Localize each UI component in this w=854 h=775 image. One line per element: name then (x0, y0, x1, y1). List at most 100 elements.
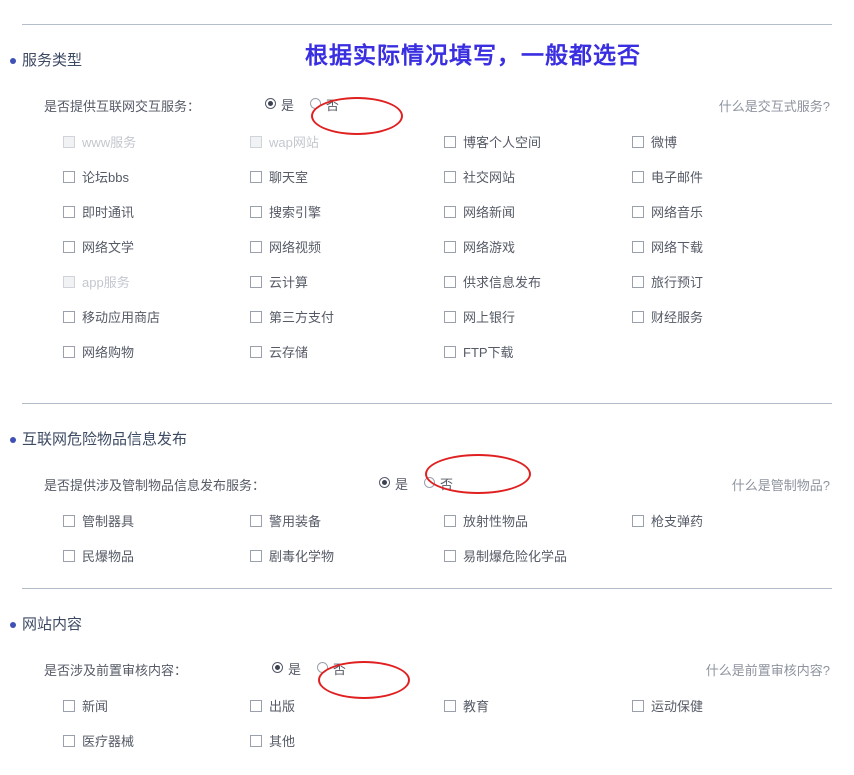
checkbox-icon[interactable] (63, 700, 75, 712)
radio-dot-icon[interactable] (379, 476, 390, 488)
checkbox-item[interactable]: 云计算 (250, 265, 308, 300)
checkbox-icon[interactable] (63, 550, 75, 562)
checkbox-icon[interactable] (250, 550, 262, 562)
checkbox-row: 网络文学 网络视频 网络游戏 网络下载 (0, 230, 854, 265)
help-link-site-content[interactable]: 什么是前置审核内容? (706, 660, 830, 679)
checkbox-item[interactable]: 运动保健 (632, 689, 703, 724)
checkbox-item[interactable]: 云存储 (250, 335, 308, 370)
checkbox-label: 微博 (651, 135, 678, 150)
checkbox-icon[interactable] (250, 346, 262, 358)
checkbox-icon[interactable] (632, 136, 644, 148)
checkbox-item[interactable]: 医疗器械 (63, 724, 134, 759)
checkbox-item[interactable]: 财经服务 (632, 300, 703, 335)
checkbox-icon[interactable] (632, 515, 644, 527)
checkbox-item[interactable]: 即时通讯 (63, 195, 134, 230)
checkbox-item[interactable]: 网络音乐 (632, 195, 703, 230)
question-label: 是否提供涉及管制物品信息发布服务： (44, 478, 266, 493)
checkbox-item[interactable]: 其他 (250, 724, 295, 759)
checkbox-icon[interactable] (632, 311, 644, 323)
checkbox-icon[interactable] (63, 515, 75, 527)
checkbox-item[interactable]: 民爆物品 (63, 539, 134, 574)
radio-dot-icon[interactable] (310, 97, 322, 109)
checkbox-item[interactable]: 教育 (444, 689, 489, 724)
checkbox-label: 论坛bbs (82, 170, 129, 185)
checkbox-item[interactable]: 网络游戏 (444, 230, 515, 265)
checkbox-icon[interactable] (444, 550, 456, 562)
radio-dangerous-goods-no[interactable]: 否 (424, 474, 453, 493)
checkbox-item[interactable]: 警用装备 (250, 504, 321, 539)
checkbox-item[interactable]: 聊天室 (250, 160, 308, 195)
checkbox-item[interactable]: 新闻 (63, 689, 108, 724)
checkbox-item[interactable]: 移动应用商店 (63, 300, 160, 335)
radio-dot-icon[interactable] (265, 97, 276, 109)
checkbox-icon[interactable] (250, 206, 262, 218)
checkbox-item[interactable]: 第三方支付 (250, 300, 334, 335)
radio-label: 否 (326, 98, 340, 113)
radio-dot-icon[interactable] (272, 661, 283, 673)
checkbox-icon[interactable] (444, 311, 456, 323)
question-row-dangerous-goods: 是否提供涉及管制物品信息发布服务： 是否 什么是管制物品? (0, 470, 854, 500)
checkbox-item[interactable]: 网络文学 (63, 230, 134, 265)
radio-service-type-no[interactable]: 否 (310, 95, 339, 114)
checkbox-icon[interactable] (250, 171, 262, 183)
checkbox-icon[interactable] (63, 206, 75, 218)
checkbox-label: 云计算 (269, 275, 309, 290)
checkbox-item[interactable]: 易制爆危险化学品 (444, 539, 567, 574)
checkbox-icon[interactable] (250, 515, 262, 527)
radio-dot-icon[interactable] (424, 476, 436, 488)
radio-dangerous-goods-yes[interactable]: 是 (379, 474, 408, 493)
checkbox-icon[interactable] (444, 346, 456, 358)
checkbox-item[interactable]: 网络新闻 (444, 195, 515, 230)
checkbox-icon[interactable] (63, 241, 75, 253)
checkbox-item[interactable]: 旅行预订 (632, 265, 703, 300)
checkbox-icon[interactable] (250, 735, 262, 747)
checkbox-icon[interactable] (444, 171, 456, 183)
checkbox-item[interactable]: 网上银行 (444, 300, 515, 335)
checkbox-label: app服务 (82, 275, 130, 290)
checkbox-item[interactable]: 管制器具 (63, 504, 134, 539)
checkbox-label: 教育 (463, 699, 490, 714)
checkbox-icon[interactable] (63, 735, 75, 747)
checkbox-item[interactable]: 供求信息发布 (444, 265, 541, 300)
checkbox-item[interactable]: 网络视频 (250, 230, 321, 265)
checkbox-icon[interactable] (632, 241, 644, 253)
radio-service-type-yes[interactable]: 是 (265, 95, 294, 114)
checkbox-icon[interactable] (632, 171, 644, 183)
checkbox-icon[interactable] (63, 311, 75, 323)
checkbox-icon[interactable] (444, 276, 456, 288)
checkbox-item[interactable]: 放射性物品 (444, 504, 528, 539)
checkbox-item[interactable]: 电子邮件 (632, 160, 703, 195)
checkbox-label: 民爆物品 (82, 549, 135, 564)
help-link-service-type[interactable]: 什么是交互式服务? (719, 96, 830, 115)
checkbox-icon[interactable] (250, 276, 262, 288)
checkbox-icon[interactable] (444, 241, 456, 253)
checkbox-icon[interactable] (632, 700, 644, 712)
checkbox-icon[interactable] (632, 206, 644, 218)
checkbox-icon[interactable] (444, 515, 456, 527)
checkbox-icon[interactable] (63, 346, 75, 358)
section-heading-site-content: 网站内容 (0, 614, 854, 636)
checkbox-item[interactable]: 网络下载 (632, 230, 703, 265)
radio-dot-icon[interactable] (317, 661, 329, 673)
checkbox-icon[interactable] (250, 241, 262, 253)
radio-site-content-no[interactable]: 否 (317, 659, 346, 678)
checkbox-icon[interactable] (63, 171, 75, 183)
checkbox-icon[interactable] (250, 700, 262, 712)
checkbox-icon[interactable] (444, 700, 456, 712)
checkbox-item[interactable]: 博客个人空间 (444, 125, 541, 160)
checkbox-icon[interactable] (444, 206, 456, 218)
checkbox-item[interactable]: 搜索引擎 (250, 195, 321, 230)
checkbox-icon[interactable] (250, 311, 262, 323)
help-link-dangerous-goods[interactable]: 什么是管制物品? (732, 475, 830, 494)
checkbox-item[interactable]: 微博 (632, 125, 677, 160)
checkbox-item[interactable]: FTP下载 (444, 335, 514, 370)
checkbox-item[interactable]: 论坛bbs (63, 160, 129, 195)
checkbox-item[interactable]: 出版 (250, 689, 295, 724)
radio-site-content-yes[interactable]: 是 (272, 659, 301, 678)
checkbox-icon[interactable] (632, 276, 644, 288)
checkbox-item[interactable]: 社交网站 (444, 160, 515, 195)
checkbox-item[interactable]: 枪支弹药 (632, 504, 703, 539)
checkbox-icon[interactable] (444, 136, 456, 148)
checkbox-item[interactable]: 网络购物 (63, 335, 134, 370)
checkbox-item[interactable]: 剧毒化学物 (250, 539, 334, 574)
